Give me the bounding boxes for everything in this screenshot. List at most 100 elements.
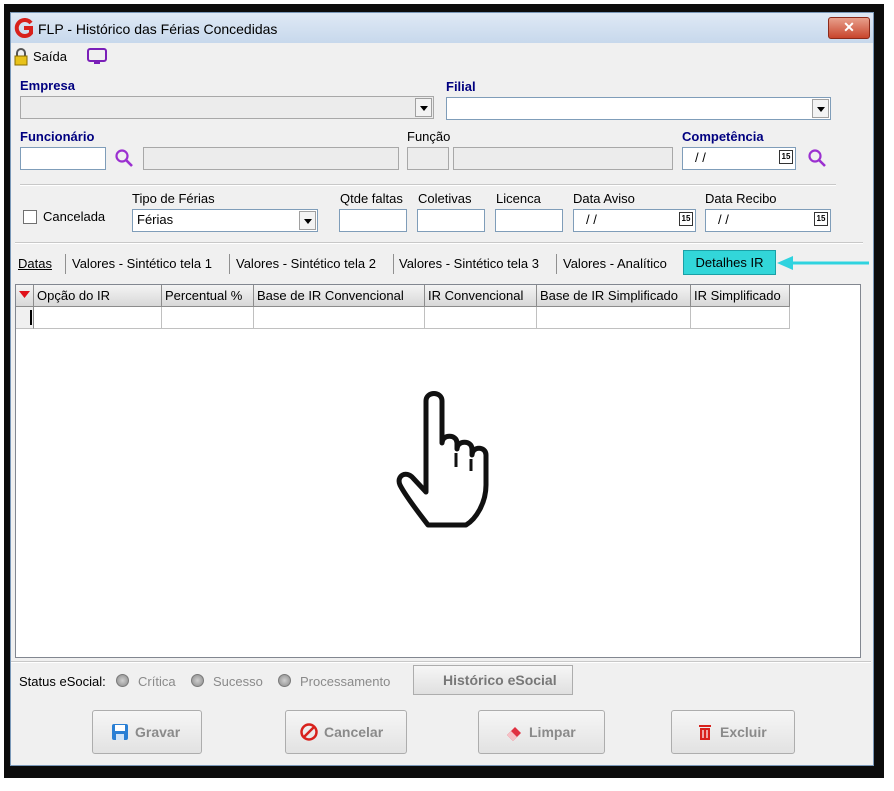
excluir-label: Excluir (720, 724, 767, 740)
historico-esocial-label: Histórico eSocial (443, 672, 557, 688)
filial-select[interactable] (446, 97, 831, 120)
excluir-button[interactable]: Excluir (671, 710, 795, 754)
column-header[interactable]: Percentual % (162, 285, 254, 307)
table-cell[interactable] (34, 307, 162, 329)
gravar-label: Gravar (135, 724, 181, 740)
data-aviso-input[interactable]: / / 15 (573, 209, 696, 232)
column-header[interactable]: Opção do IR (34, 285, 162, 307)
window: FLP - Histórico das Férias Concedidas ✕ … (10, 12, 874, 766)
chevron-down-icon[interactable] (812, 99, 829, 118)
exit-label: Saída (33, 49, 67, 64)
tab-analitico[interactable]: Valores - Analítico (563, 256, 667, 271)
funcao-code-field (407, 147, 449, 170)
data-aviso-label: Data Aviso (573, 191, 635, 206)
competencia-value: / / (695, 150, 706, 165)
trash-icon (699, 725, 711, 740)
empresa-label: Empresa (20, 78, 75, 93)
limpar-label: Limpar (529, 724, 576, 740)
coletivas-input[interactable] (417, 209, 485, 232)
funcionario-label: Funcionário (20, 129, 95, 144)
limpar-button[interactable]: Limpar (478, 710, 605, 754)
ir-details-grid[interactable]: Opção do IR Percentual % Base de IR Conv… (15, 284, 861, 658)
column-header[interactable]: Base de IR Convencional (254, 285, 425, 307)
critica-label: Crítica (138, 674, 176, 689)
hand-cursor-icon (396, 391, 489, 528)
data-recibo-label: Data Recibo (705, 191, 777, 206)
table-cell[interactable] (162, 307, 254, 329)
pointer-arrow-icon (777, 256, 869, 270)
funcionario-code-input[interactable] (20, 147, 106, 170)
window-title: FLP - Histórico das Férias Concedidas (38, 21, 278, 37)
status-esocial-label: Status eSocial: (19, 674, 106, 689)
tab-separator (65, 254, 66, 274)
tipo-ferias-select[interactable]: Férias (132, 209, 318, 232)
chevron-down-icon[interactable] (299, 211, 316, 230)
table-cell[interactable] (537, 307, 691, 329)
search-icon[interactable] (807, 148, 827, 168)
column-header[interactable]: IR Convencional (425, 285, 537, 307)
data-recibo-value: / / (718, 212, 729, 227)
sort-arrow-icon (19, 291, 30, 298)
tipo-ferias-value: Férias (137, 212, 174, 227)
cancelar-button[interactable]: Cancelar (285, 710, 407, 754)
processamento-label: Processamento (300, 674, 391, 689)
save-icon (112, 724, 128, 740)
search-icon[interactable] (114, 148, 134, 168)
tab-datas[interactable]: Datas (18, 256, 52, 271)
row-indicator[interactable] (16, 307, 34, 329)
tab-detalhes-ir[interactable]: Detalhes IR (683, 250, 776, 275)
app-logo-icon (14, 18, 33, 38)
competencia-label: Competência (682, 129, 764, 144)
lock-icon (14, 48, 28, 66)
row-cursor (30, 310, 32, 325)
grid-indicator-header (16, 285, 34, 307)
column-header[interactable]: IR Simplificado (691, 285, 790, 307)
cancelar-label: Cancelar (324, 724, 384, 740)
coletivas-label: Coletivas (418, 191, 472, 206)
sucesso-label: Sucesso (213, 674, 263, 689)
competencia-date-input[interactable]: / / 15 (682, 147, 796, 170)
qtde-faltas-label: Qtde faltas (340, 191, 403, 206)
table-cell[interactable] (691, 307, 790, 329)
divider (11, 661, 871, 663)
column-header[interactable]: Base de IR Simplificado (537, 285, 691, 307)
tab-separator (556, 254, 557, 274)
filial-label: Filial (446, 79, 476, 94)
monitor-icon[interactable] (87, 48, 107, 65)
tab-sintetico-1[interactable]: Valores - Sintético tela 1 (72, 256, 212, 271)
data-recibo-input[interactable]: / / 15 (705, 209, 831, 232)
cancel-icon (300, 723, 318, 741)
exit-button[interactable]: Saída (13, 47, 75, 67)
historico-esocial-button[interactable]: Histórico eSocial (413, 665, 573, 695)
licenca-input[interactable] (495, 209, 563, 232)
table-cell[interactable] (254, 307, 425, 329)
gravar-button[interactable]: Gravar (92, 710, 202, 754)
calendar-icon[interactable]: 15 (814, 212, 828, 226)
chevron-down-icon[interactable] (415, 98, 432, 117)
title-bar: FLP - Histórico das Férias Concedidas ✕ (11, 13, 873, 43)
cancelada-checkbox[interactable] (23, 210, 37, 224)
radio-sucesso[interactable] (191, 674, 204, 687)
tab-sintetico-2[interactable]: Valores - Sintético tela 2 (236, 256, 376, 271)
funcao-label: Função (407, 129, 451, 144)
licenca-label: Licenca (496, 191, 541, 206)
divider (15, 242, 863, 244)
tipo-ferias-label: Tipo de Férias (132, 191, 215, 206)
tab-separator (229, 254, 230, 274)
qtde-faltas-input[interactable] (339, 209, 407, 232)
divider (20, 184, 836, 186)
radio-processamento[interactable] (278, 674, 291, 687)
close-button[interactable]: ✕ (828, 17, 870, 39)
calendar-icon[interactable]: 15 (779, 150, 793, 164)
funcao-name-field (453, 147, 673, 170)
empresa-select[interactable] (20, 96, 434, 119)
tab-separator (393, 254, 394, 274)
funcionario-name-field (143, 147, 399, 170)
cancelada-label[interactable]: Cancelada (43, 209, 105, 224)
table-cell[interactable] (425, 307, 537, 329)
data-aviso-value: / / (586, 212, 597, 227)
eraser-icon (507, 727, 521, 741)
radio-critica[interactable] (116, 674, 129, 687)
tab-sintetico-3[interactable]: Valores - Sintético tela 3 (399, 256, 539, 271)
calendar-icon[interactable]: 15 (679, 212, 693, 226)
